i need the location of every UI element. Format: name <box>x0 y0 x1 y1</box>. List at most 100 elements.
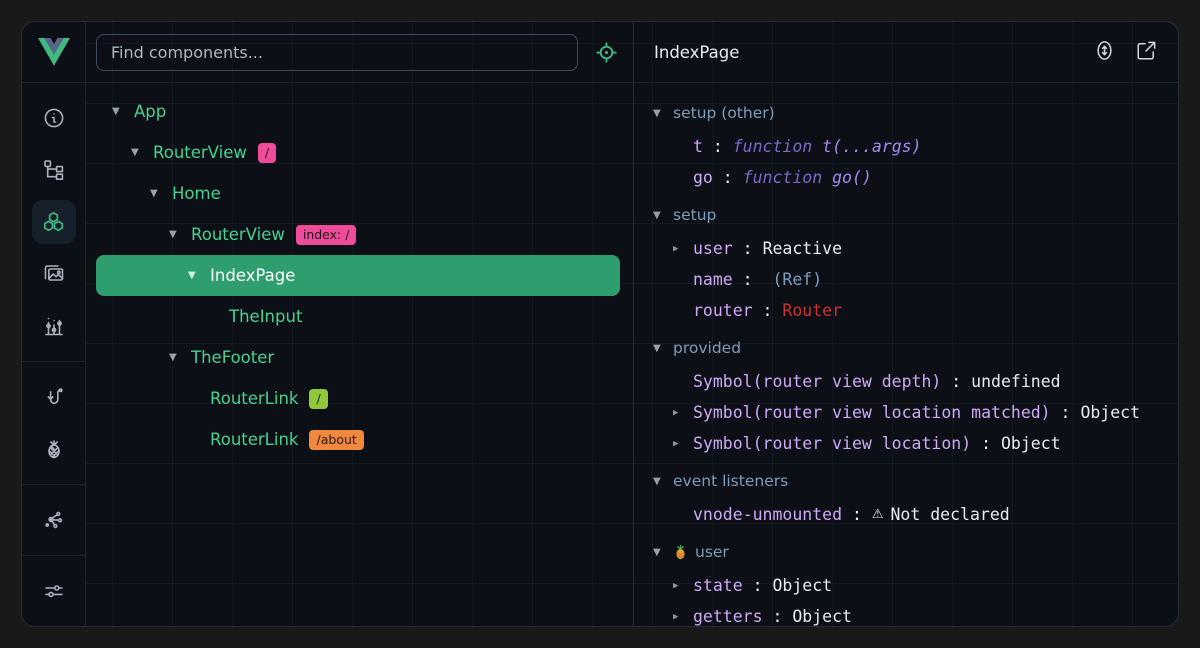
chevron-down-icon[interactable]: ▼ <box>169 352 191 363</box>
inspector-header: IndexPage <box>634 22 1178 83</box>
route-badge: / <box>258 143 276 163</box>
state-section-label: setup (other) <box>673 104 775 122</box>
pinia-icon <box>42 437 66 461</box>
chevron-right-icon[interactable]: ▶ <box>673 244 693 254</box>
state-row: Symbol(router view depth) : undefined <box>634 366 1178 397</box>
tree-item-label: TheInput <box>229 307 302 326</box>
state-value: undefined <box>971 372 1060 391</box>
state-section-header[interactable]: ▼provided <box>634 330 1178 366</box>
chevron-down-icon[interactable]: ▼ <box>169 229 191 240</box>
chevron-down-icon[interactable]: ▼ <box>131 147 153 158</box>
route-badge: / <box>309 389 327 409</box>
chevron-down-icon: ▼ <box>653 343 673 354</box>
state-key: name <box>693 270 733 289</box>
key-value-separator: : <box>941 372 971 391</box>
chevron-down-icon: ▼ <box>653 108 673 119</box>
tree-header <box>86 22 633 83</box>
target-icon[interactable] <box>594 40 619 65</box>
tree-item[interactable]: RouterLink/about <box>96 419 620 460</box>
router-icon <box>42 385 66 409</box>
tree-item[interactable]: ▼RouterViewindex: / <box>96 214 620 255</box>
state-value: Not declared <box>890 505 1009 524</box>
tree-item-label: RouterLink <box>210 389 298 408</box>
state-value: Object <box>772 576 832 595</box>
settings-icon <box>42 579 66 603</box>
chevron-down-icon: ▼ <box>653 547 673 558</box>
tree-item-label: TheFooter <box>191 348 274 367</box>
state-key: getters <box>693 607 763 626</box>
state-value: t(...args) <box>822 137 921 156</box>
state-row: ▶user : Reactive <box>634 233 1178 264</box>
state-row: ▶Symbol(router view location) : Object <box>634 428 1178 459</box>
key-value-separator: : <box>753 301 783 320</box>
open-in-editor-button[interactable] <box>1135 39 1158 66</box>
state-section-header[interactable]: ▼event listeners <box>634 463 1178 499</box>
assets-icon <box>42 262 66 286</box>
sidebar-group <box>22 484 85 555</box>
sidebar-item-router[interactable] <box>32 375 76 419</box>
route-badge: /about <box>309 430 363 450</box>
state-key: Symbol(router view location) <box>693 434 971 453</box>
sidebar-item-timeline[interactable] <box>32 304 76 348</box>
tree-item-label: App <box>134 102 166 121</box>
chevron-right-icon[interactable]: ▶ <box>673 439 693 449</box>
state-section-label: user <box>695 543 729 561</box>
state-value: Reactive <box>763 239 842 258</box>
tree-item[interactable]: ▼Home <box>96 173 620 214</box>
state-key: user <box>693 239 733 258</box>
tree-item[interactable]: TheInput <box>96 296 620 337</box>
search-input[interactable] <box>96 34 578 71</box>
scroll-to-component-button[interactable] <box>1093 39 1116 66</box>
state-row: vnode-unmounted : ⚠Not declared <box>634 499 1178 530</box>
sidebar-item-pages[interactable] <box>32 148 76 192</box>
sidebar-group <box>22 83 85 361</box>
sidebar-item-components[interactable] <box>32 200 76 244</box>
state-key: vnode-unmounted <box>693 505 842 524</box>
component-tree-panel: ▼App▼RouterView/▼Home▼RouterViewindex: /… <box>86 22 634 626</box>
sidebar-group <box>22 555 85 626</box>
inspector-state: ▼setup (other)t : function t(...args)go … <box>634 83 1178 626</box>
chevron-down-icon[interactable]: ▼ <box>188 270 210 281</box>
tree-item[interactable]: ▼TheFooter <box>96 337 620 378</box>
tree-item[interactable]: ▼IndexPage <box>96 255 620 296</box>
key-value-separator: : <box>733 239 763 258</box>
state-row: t : function t(...args) <box>634 131 1178 162</box>
tree-item[interactable]: RouterLink / <box>96 378 620 419</box>
vue-logo <box>22 22 85 83</box>
key-value-separator: : <box>842 505 872 524</box>
tree-item[interactable]: ▼RouterView / <box>96 132 620 173</box>
state-row: router : Router <box>634 295 1178 326</box>
tree-item-label: RouterView <box>153 143 247 162</box>
sidebar-item-assets[interactable] <box>32 252 76 296</box>
key-value-separator: : <box>703 137 733 156</box>
state-section-header[interactable]: ▼ user <box>634 534 1178 570</box>
chevron-down-icon: ▼ <box>653 476 673 487</box>
chevron-down-icon[interactable]: ▼ <box>150 188 172 199</box>
route-badge: index: / <box>296 225 357 245</box>
sidebar-item-graph[interactable] <box>32 498 76 542</box>
state-key: go <box>693 168 713 187</box>
scroll-icon <box>1093 39 1116 66</box>
state-value: function <box>743 168 832 187</box>
state-section-header[interactable]: ▼setup (other) <box>634 95 1178 131</box>
sidebar <box>22 22 86 626</box>
sidebar-item-pinia[interactable] <box>32 427 76 471</box>
sidebar-item-settings[interactable] <box>32 569 76 613</box>
screenshot-root: ▼App▼RouterView/▼Home▼RouterViewindex: /… <box>0 0 1200 648</box>
state-section-header[interactable]: ▼setup <box>634 197 1178 233</box>
chevron-right-icon[interactable]: ▶ <box>673 581 693 591</box>
tree-item-label: Home <box>172 184 221 203</box>
sidebar-item-overview[interactable] <box>32 96 76 140</box>
chevron-right-icon[interactable]: ▶ <box>673 612 693 622</box>
state-section-label: provided <box>673 339 741 357</box>
main-area: ▼App▼RouterView/▼Home▼RouterViewindex: /… <box>86 22 1178 626</box>
state-row: ▶state : Object <box>634 570 1178 601</box>
state-value: go() <box>832 168 872 187</box>
component-tree: ▼App▼RouterView/▼Home▼RouterViewindex: /… <box>86 83 633 626</box>
key-value-separator: : <box>733 270 763 289</box>
state-key: router <box>693 301 753 320</box>
tree-item[interactable]: ▼App <box>96 91 620 132</box>
inspector-title: IndexPage <box>654 43 1093 62</box>
chevron-down-icon[interactable]: ▼ <box>112 106 134 117</box>
chevron-right-icon[interactable]: ▶ <box>673 408 693 418</box>
